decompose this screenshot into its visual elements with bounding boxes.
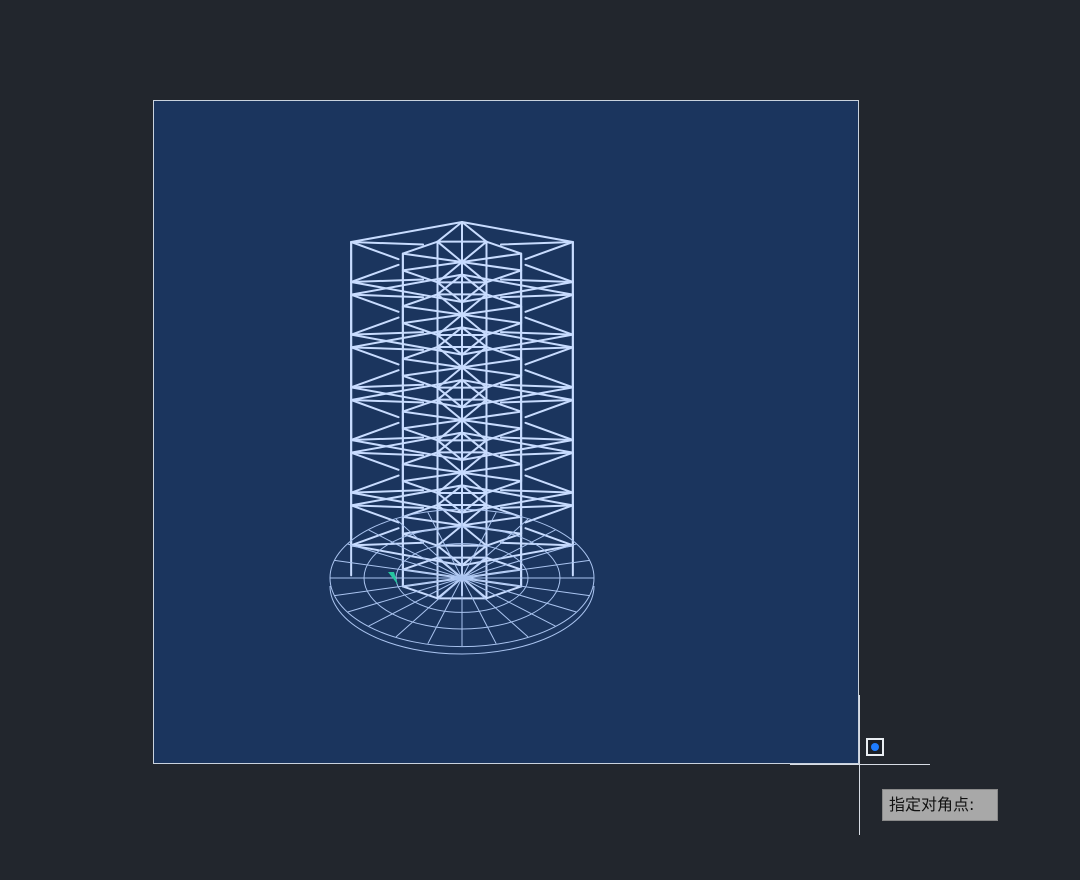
crosshair-horizontal [790, 764, 930, 765]
snap-point-icon [866, 738, 884, 756]
snap-point-dot [871, 743, 879, 751]
command-prompt-tooltip: 指定对角点: [882, 789, 998, 821]
wireframe-model [329, 221, 595, 655]
crosshair-vertical [859, 695, 860, 835]
